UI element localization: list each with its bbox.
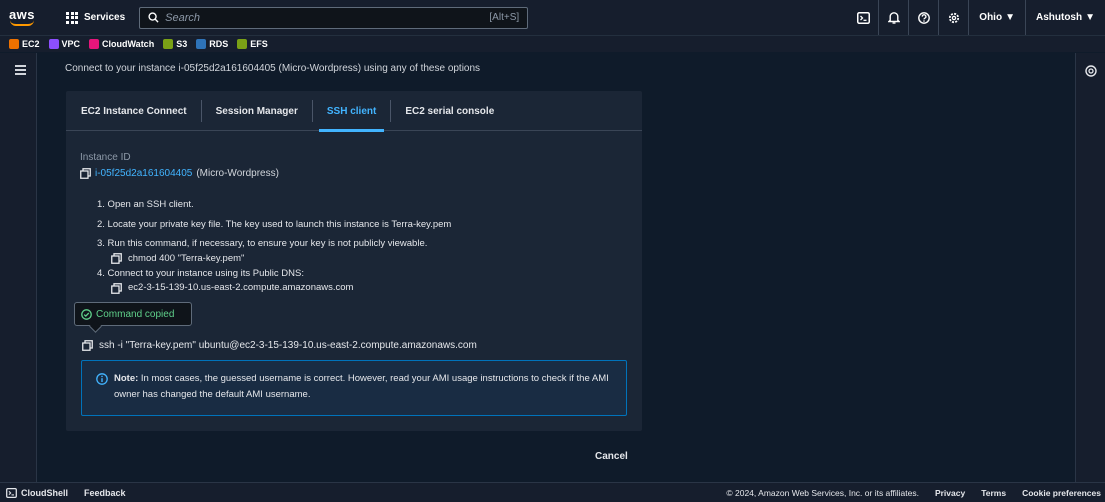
notifications-button[interactable] xyxy=(878,0,908,35)
check-circle-icon xyxy=(81,308,92,320)
tab-divider xyxy=(200,100,202,122)
feedback-link[interactable]: Feedback xyxy=(84,488,126,498)
info-alert: Note: In most cases, the guessed usernam… xyxy=(81,360,627,416)
instance-name: (Micro-Wordpress) xyxy=(196,168,279,179)
step-2: 2. Locate your private key file. The key… xyxy=(97,218,452,230)
help-button[interactable] xyxy=(908,0,938,35)
connect-card: EC2 Instance Connect Session Manager SSH… xyxy=(66,91,642,431)
ssh-command: ssh -i "Terra-key.pem" ubuntu@ec2-3-15-1… xyxy=(99,340,477,351)
region-label: Ohio xyxy=(979,12,1003,23)
gear-icon xyxy=(948,12,959,23)
search-shortcut: [Alt+S] xyxy=(489,12,520,23)
cloudwatch-service-icon xyxy=(89,39,100,49)
cancel-button[interactable]: Cancel xyxy=(595,451,628,462)
favorite-rds[interactable]: RDS xyxy=(196,39,228,49)
help-icon xyxy=(917,11,930,24)
tab-bar: EC2 Instance Connect Session Manager SSH… xyxy=(66,91,642,132)
terms-link[interactable]: Terms xyxy=(981,488,1006,498)
search-icon xyxy=(148,12,159,23)
cloudshell-footer-button[interactable]: CloudShell xyxy=(6,487,68,498)
account-menu[interactable]: Ashutosh ▼ xyxy=(1024,0,1105,35)
cloudshell-button[interactable] xyxy=(848,0,878,35)
tooltip-text: Command copied xyxy=(96,308,175,320)
terminal-icon xyxy=(6,487,17,498)
main-content: Connect to your instance i-05f25d2a16160… xyxy=(37,53,1075,482)
copyright-text: © 2024, Amazon Web Services, Inc. or its… xyxy=(726,487,919,498)
tab-ssh-client[interactable]: SSH client xyxy=(318,91,385,132)
aws-smile-icon xyxy=(10,20,34,26)
favorites-bar: EC2 VPC CloudWatch S3 RDS EFS xyxy=(0,35,1105,52)
favorite-label: RDS xyxy=(209,39,229,49)
user-label: Ashutosh xyxy=(1035,12,1083,23)
instance-id-row: i-05f25d2a161604405 (Micro-Wordpress) xyxy=(80,168,279,179)
favorite-s3[interactable]: S3 xyxy=(163,39,187,49)
copy-icon[interactable] xyxy=(111,282,122,294)
top-navigation: aws Services Search [Alt+S] Ohio ▼ Ashut… xyxy=(0,0,1105,35)
region-selector[interactable]: Ohio ▼ xyxy=(968,0,1025,35)
ec2-service-icon xyxy=(9,39,19,49)
copy-icon[interactable] xyxy=(111,253,122,264)
caret-down-icon: ▼ xyxy=(1005,12,1015,23)
command-copied-tooltip: Command copied xyxy=(74,302,192,326)
cloudshell-label: CloudShell xyxy=(21,487,68,498)
favorite-label: CloudWatch xyxy=(102,39,155,49)
grid-icon xyxy=(66,11,78,24)
copy-icon[interactable] xyxy=(82,340,93,351)
search-input[interactable]: Search [Alt+S] xyxy=(139,6,529,29)
instance-id-link[interactable]: i-05f25d2a161604405 xyxy=(95,168,192,179)
settings-button[interactable] xyxy=(938,0,968,35)
s3-service-icon xyxy=(163,39,174,49)
instance-id-label: Instance ID xyxy=(80,152,131,163)
ssh-command-row: ssh -i "Terra-key.pem" ubuntu@ec2-3-15-1… xyxy=(82,340,477,351)
caret-down-icon: ▼ xyxy=(1085,12,1095,23)
step-1: 1. Open an SSH client. xyxy=(97,199,194,210)
vpc-service-icon xyxy=(48,39,59,49)
page-title: Connect to your instance i-05f25d2a16160… xyxy=(65,63,481,74)
favorite-cloudwatch[interactable]: CloudWatch xyxy=(89,39,154,49)
tab-ec2-serial-console[interactable]: EC2 serial console xyxy=(405,91,494,131)
nav-right-group: Ohio ▼ Ashutosh ▼ xyxy=(848,0,1105,35)
note-label: Note: xyxy=(114,373,139,384)
menu-icon[interactable] xyxy=(15,65,26,77)
rds-service-icon xyxy=(196,39,207,49)
public-dns: ec2-3-15-139-10.us-east-2.compute.amazon… xyxy=(128,282,354,293)
info-icon xyxy=(96,373,108,385)
favorite-vpc[interactable]: VPC xyxy=(48,39,81,49)
tab-divider xyxy=(311,100,313,122)
right-rail xyxy=(1075,53,1105,482)
chmod-command: chmod 400 "Terra-key.pem" xyxy=(128,252,245,264)
copy-icon[interactable] xyxy=(80,168,91,179)
privacy-link[interactable]: Privacy xyxy=(935,488,965,498)
tab-session-manager[interactable]: Session Manager xyxy=(216,91,298,131)
favorite-label: EC2 xyxy=(22,39,40,49)
public-dns-row: ec2-3-15-139-10.us-east-2.compute.amazon… xyxy=(111,280,637,296)
favorite-label: VPC xyxy=(61,39,81,49)
cookie-preferences-link[interactable]: Cookie preferences xyxy=(1022,488,1101,498)
bell-icon xyxy=(887,12,900,24)
favorite-efs[interactable]: EFS xyxy=(237,39,268,49)
favorite-label: S3 xyxy=(176,39,188,49)
services-label: Services xyxy=(84,12,126,23)
info-alert-body: Note: In most cases, the guessed usernam… xyxy=(114,371,612,415)
left-rail xyxy=(0,53,37,482)
footer: CloudShell Feedback © 2024, Amazon Web S… xyxy=(0,482,1105,502)
efs-service-icon xyxy=(237,39,248,49)
search-placeholder: Search xyxy=(165,11,201,24)
tab-ec2-instance-connect[interactable]: EC2 Instance Connect xyxy=(81,91,187,131)
services-menu-button[interactable]: Services xyxy=(58,7,133,29)
favorite-label: EFS xyxy=(250,39,268,49)
chmod-command-row: chmod 400 "Terra-key.pem" xyxy=(111,251,637,267)
terminal-icon xyxy=(856,11,870,24)
info-panel-icon[interactable] xyxy=(1085,65,1097,77)
favorite-ec2[interactable]: EC2 xyxy=(9,39,40,49)
footer-right: © 2024, Amazon Web Services, Inc. or its… xyxy=(726,483,1101,502)
aws-logo[interactable]: aws xyxy=(0,0,44,35)
tab-divider xyxy=(390,100,392,122)
instructions-list: 1. Open an SSH client. 2. Locate your pr… xyxy=(97,198,637,296)
note-text: In most cases, the guessed username is c… xyxy=(114,373,609,400)
